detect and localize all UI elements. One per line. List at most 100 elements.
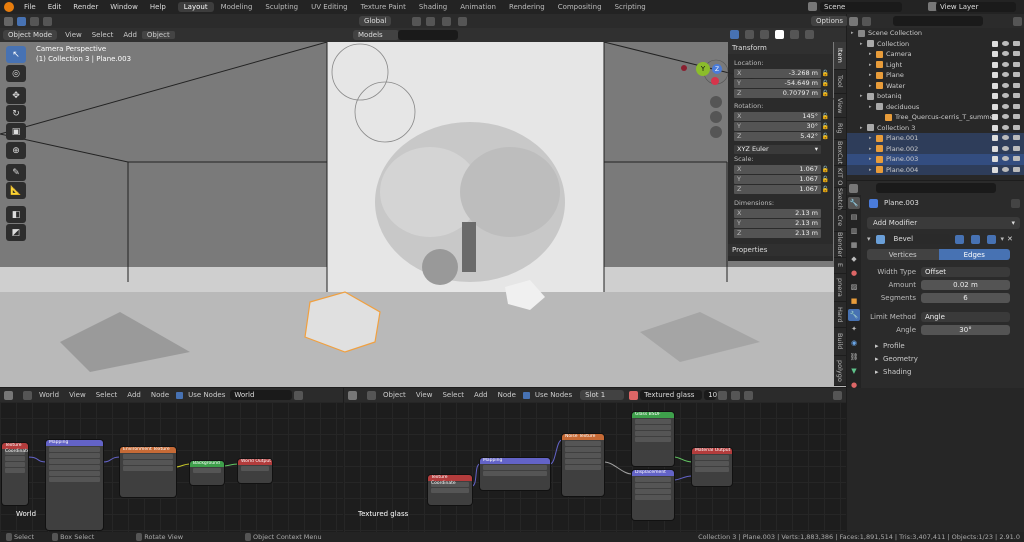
node-menu-add[interactable]: Add [122,391,146,399]
output-properties-icon[interactable]: ▥ [848,225,860,237]
camera-render-icon[interactable] [1013,51,1020,57]
expand-arrow-icon[interactable]: ▸ [851,30,858,36]
rotation-z-row[interactable]: Z 5.42° 🔓 [734,131,830,141]
extra-tool-icon[interactable]: ◩ [6,224,26,241]
camera-render-icon[interactable] [1013,72,1020,78]
gizmo-x-axis[interactable] [711,77,719,85]
viewport-display-icon[interactable] [970,234,980,244]
camera-render-icon[interactable] [1013,93,1020,99]
scale-tool-icon[interactable]: ▣ [6,123,26,140]
expand-arrow-icon[interactable]: ▸ [860,41,867,47]
tab-scripting[interactable]: Scripting [609,2,652,12]
blender-logo-icon[interactable] [4,2,14,12]
glass-bsdf-node[interactable]: Glass BSDF [632,412,674,466]
outliner-row[interactable]: ▸ Camera [847,49,1024,60]
exclude-checkbox[interactable] [992,51,998,58]
outliner-row[interactable]: ▸ Collection 3 [847,123,1024,134]
proportional-edit-icon[interactable] [442,17,451,26]
editor-type-icon[interactable] [4,16,13,26]
gizmo-y-axis[interactable]: Y [696,62,710,76]
mapping-node[interactable]: Mapping [480,458,550,490]
tab-uv-editing[interactable]: UV Editing [305,2,354,12]
camera-render-icon[interactable] [1013,114,1020,120]
node-editor-type-icon[interactable] [348,390,357,400]
new-world-icon[interactable] [294,390,304,400]
tab-compositing[interactable]: Compositing [552,2,608,12]
object-properties-icon[interactable]: ■ [848,295,860,307]
constraints-properties-icon[interactable]: ⛓ [848,351,860,363]
tab-sculpting[interactable]: Sculpting [259,2,304,12]
segments-field[interactable]: 6 [921,292,1010,303]
expand-arrow-icon[interactable]: ▸ [869,167,876,173]
location-y-row[interactable]: Y -54.649 m 🔓 [734,78,830,88]
world-type-dropdown[interactable]: World [34,391,64,399]
transform-tool-icon[interactable]: ⊕ [6,142,26,159]
lock-icon[interactable]: 🔓 [821,90,830,97]
view-layer-properties-icon[interactable]: ▦ [848,239,860,251]
scale-y-row[interactable]: Y 1.067 🔓 [734,174,830,184]
exclude-checkbox[interactable] [992,166,998,173]
options-dropdown[interactable]: Options [811,16,849,26]
texture-coordinate-node[interactable]: Texture Coordinate [2,443,28,505]
lock-icon[interactable]: 🔓 [821,176,830,183]
noise-texture-node[interactable]: Noise Texture [562,434,604,496]
camera-render-icon[interactable] [1013,103,1020,109]
dimensions-y-row[interactable]: Y 2.13 m [734,218,830,228]
exclude-checkbox[interactable] [992,145,998,152]
exclude-checkbox[interactable] [992,72,998,79]
transform-header[interactable]: Transform [728,42,833,54]
transform-orientation-dropdown[interactable]: Global [359,16,392,26]
sidebar-tab-tool[interactable]: Tool [834,70,846,94]
angle-field[interactable]: 30° [921,324,1010,335]
outliner-row[interactable]: ▸ Plane [847,70,1024,81]
exclude-checkbox[interactable] [992,124,998,131]
eye-icon[interactable] [1002,166,1009,172]
tool-properties-icon[interactable]: 🔧 [848,197,860,209]
node-menu-view[interactable]: View [64,391,91,399]
texture-coordinate-node[interactable]: Texture Coordinate [428,475,472,505]
menu-window[interactable]: Window [104,3,144,11]
menu-edit[interactable]: Edit [42,3,68,11]
amount-field[interactable]: 0.02 m [921,279,1010,290]
object-type-dropdown[interactable]: Object [378,391,411,399]
models-search-input[interactable] [398,30,458,40]
menu-help[interactable]: Help [144,3,172,11]
edit-mode-icon[interactable] [954,234,964,244]
dimensions-z-row[interactable]: Z 2.13 m [734,228,830,238]
xray-icon[interactable] [745,30,754,39]
outliner-row[interactable]: ▸ Light [847,60,1024,71]
world-properties-icon[interactable]: ● [848,267,860,279]
measure-tool-icon[interactable]: 📐 [6,182,26,199]
tab-animation[interactable]: Animation [454,2,502,12]
sidebar-tab-build[interactable]: Build [834,328,846,356]
outliner-row[interactable]: ▸ deciduous [847,102,1024,113]
remove-modifier-icon[interactable]: ✕ [1007,235,1013,243]
outliner-row[interactable]: ▸ Plane.002 [847,143,1024,154]
eye-icon[interactable] [1002,82,1009,88]
subpanel-profile[interactable]: ▸ Profile [863,339,1024,352]
cursor-tool-icon[interactable]: ◎ [6,65,26,82]
world-node-canvas[interactable]: Texture Coordinate Mapping Environment T… [0,402,343,532]
tab-vertices[interactable]: Vertices [867,249,939,260]
pin-icon[interactable] [1011,198,1020,208]
object-type-icon[interactable] [367,390,376,400]
material-output-node[interactable]: Material Output [692,448,732,486]
sidebar-tab-item[interactable]: Item [834,42,846,70]
eye-icon[interactable] [1002,93,1009,99]
exclude-checkbox[interactable] [992,156,998,163]
outliner-row[interactable]: ▸ Water [847,81,1024,92]
world-datablock-field[interactable]: World [230,390,293,400]
modifier-name-field[interactable]: Bevel [889,234,950,244]
exclude-checkbox[interactable] [992,40,998,47]
sidebar-tab-blender[interactable]: Blender [834,232,846,258]
pan-hand-icon[interactable] [710,111,722,123]
rendered-shading-icon[interactable] [805,30,814,39]
subpanel-geometry[interactable]: ▸ Geometry [863,352,1024,365]
sidebar-tab-hard[interactable]: Hard [834,302,846,328]
location-z-row[interactable]: Z 0.70797 m 🔓 [734,88,830,98]
exclude-checkbox[interactable] [992,82,998,89]
pin-icon[interactable] [833,390,842,400]
copy-material-icon[interactable] [731,390,741,400]
node-menu-view[interactable]: View [411,391,438,399]
collapse-arrow-icon[interactable]: ▾ [867,235,871,243]
